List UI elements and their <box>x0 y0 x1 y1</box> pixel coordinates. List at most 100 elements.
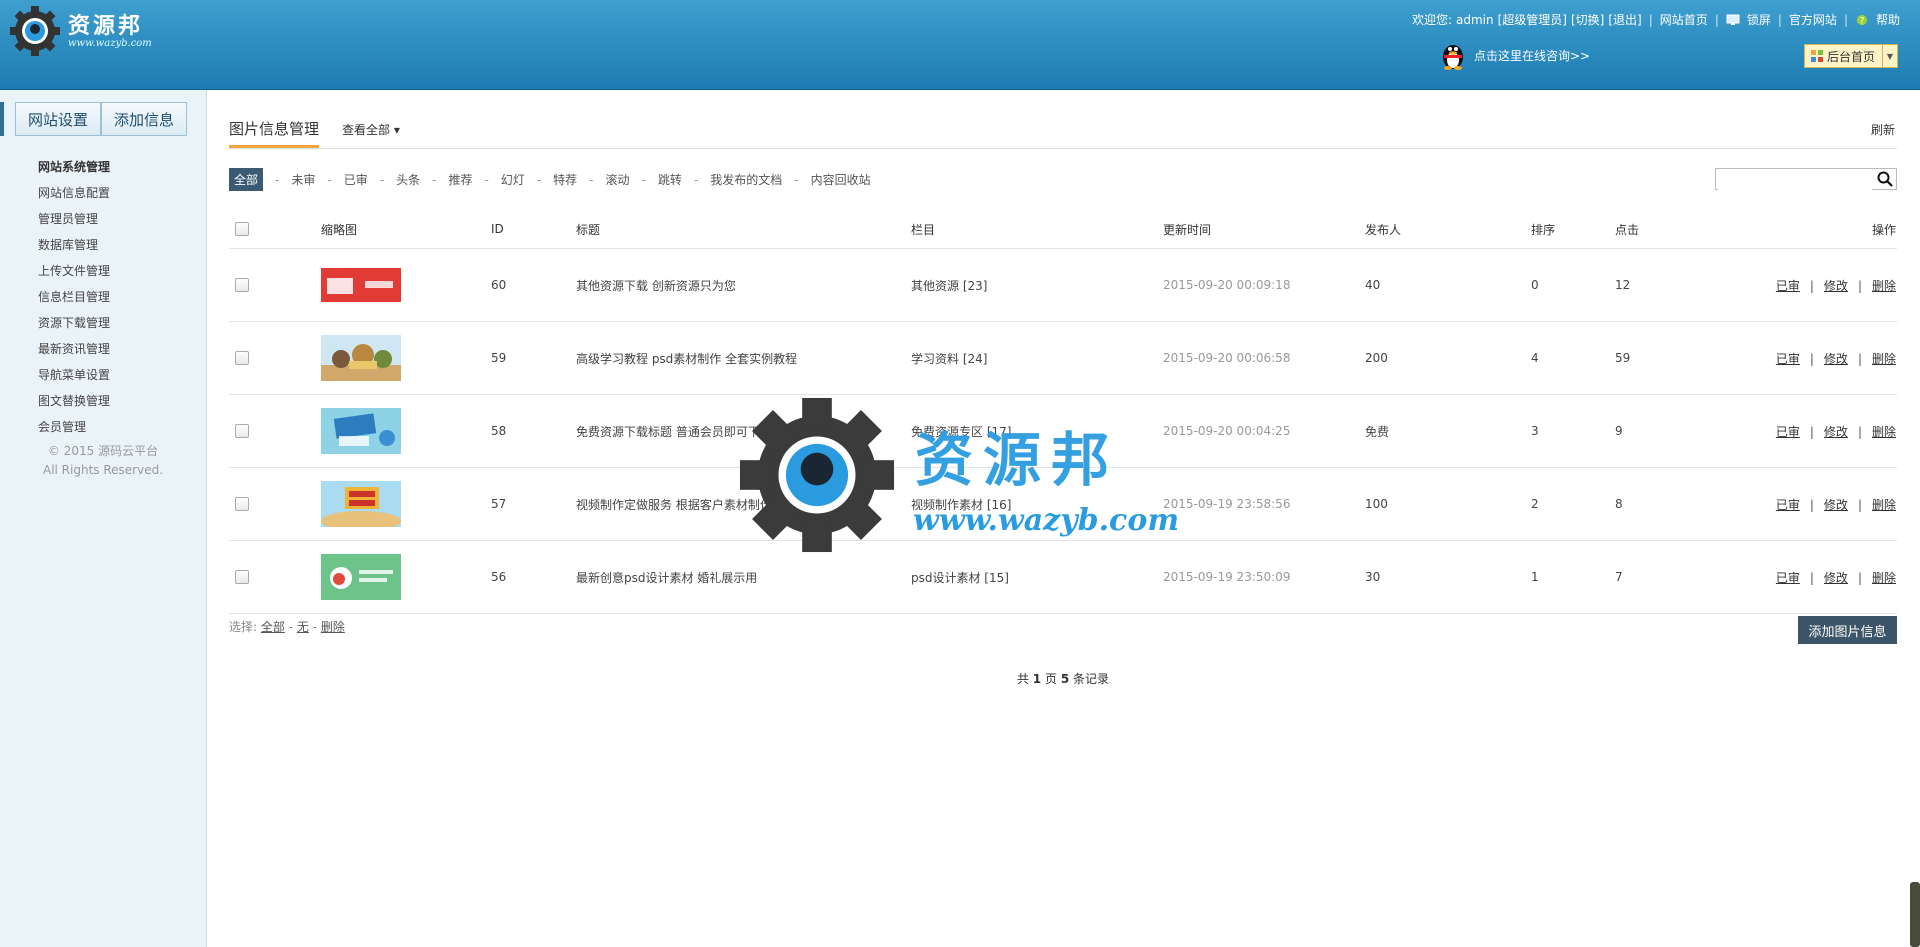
caret-down-icon[interactable]: ▼ <box>1882 45 1897 67</box>
review-link[interactable]: 已审 <box>1776 498 1800 512</box>
thumbnail-image[interactable] <box>321 408 401 454</box>
thumbnail-image[interactable] <box>321 554 401 600</box>
delete-link[interactable]: 删除 <box>1872 571 1896 585</box>
edit-link[interactable]: 修改 <box>1824 279 1848 293</box>
filter-headline[interactable]: 头条 <box>396 171 420 188</box>
divider: | <box>1843 12 1848 27</box>
sidebar-item-columns[interactable]: 信息栏目管理 <box>38 284 110 310</box>
add-image-info-button[interactable]: 添加图片信息 <box>1798 616 1897 644</box>
row-checkbox[interactable] <box>235 351 249 366</box>
row-checkbox[interactable] <box>235 497 249 512</box>
tab-site-settings[interactable]: 网站设置 <box>15 102 101 136</box>
search-icon[interactable] <box>1877 171 1893 187</box>
select-all-link[interactable]: 全部 <box>261 620 285 634</box>
logo[interactable]: 资源邦 www.wazyb.com <box>8 4 168 56</box>
switch-link[interactable]: [切换] <box>1571 11 1604 28</box>
delete-link[interactable]: 删除 <box>1872 425 1896 439</box>
table-row: 58 免费资源下载标题 普通会员即可下载 免费资源专区 [17] 2015-09… <box>229 394 1897 468</box>
row-checkbox[interactable] <box>235 278 249 293</box>
filter-special[interactable]: 特荐 <box>553 171 577 188</box>
cell-clicks: 8 <box>1614 467 1716 541</box>
logo-url: www.wazyb.com <box>68 38 152 49</box>
rights: All Rights Reserved. <box>42 463 164 477</box>
sidebar-menu: 网站系统管理 网站信息配置 管理员管理 数据库管理 上传文件管理 信息栏目管理 … <box>38 154 110 440</box>
cell-title: 最新创意psd设计素材 婚礼展示用 <box>575 540 910 614</box>
filter-my-docs[interactable]: 我发布的文档 <box>710 171 782 188</box>
sidebar: 网站设置 添加信息 网站系统管理 网站信息配置 管理员管理 数据库管理 上传文件… <box>0 90 207 947</box>
site-home-link[interactable]: 网站首页 <box>1660 11 1708 28</box>
thumbnail-image[interactable] <box>321 335 401 381</box>
view-all-label: 查看全部 <box>342 123 391 137</box>
sidebar-item-news[interactable]: 最新资讯管理 <box>38 336 110 362</box>
row-checkbox[interactable] <box>235 424 249 439</box>
select-none-link[interactable]: 无 <box>297 620 309 634</box>
sidebar-item-nav-menu[interactable]: 导航菜单设置 <box>38 362 110 388</box>
col-actions: 操作 <box>1716 210 1897 249</box>
sidebar-item-uploads[interactable]: 上传文件管理 <box>38 258 110 284</box>
online-consult[interactable]: 点击这里在线咨询>> <box>1440 40 1590 70</box>
col-category: 栏目 <box>910 210 1162 249</box>
consult-text: 点击这里在线咨询>> <box>1474 48 1591 63</box>
official-site-link[interactable]: 官方网站 <box>1789 11 1837 28</box>
sidebar-item-database[interactable]: 数据库管理 <box>38 232 110 258</box>
page-header: 图片信息管理 查看全部 ▾ 刷新 <box>229 118 1897 149</box>
filter-unreviewed[interactable]: 未审 <box>291 171 315 188</box>
table-row: 60 其他资源下载 创新资源只为您 其他资源 [23] 2015-09-20 0… <box>229 248 1897 322</box>
col-clicks: 点击 <box>1614 210 1716 249</box>
sidebar-item-members[interactable]: 会员管理 <box>38 414 110 440</box>
filter-recycle-bin[interactable]: 内容回收站 <box>811 171 871 188</box>
lock-screen-link[interactable]: 锁屏 <box>1747 11 1771 28</box>
bulk-select: 选择: 全部 - 无 - 删除 <box>229 620 345 634</box>
sidebar-item-site-config[interactable]: 网站信息配置 <box>38 180 110 206</box>
delete-link[interactable]: 删除 <box>1872 352 1896 366</box>
table-header: 缩略图 ID 标题 栏目 更新时间 发布人 排序 点击 操作 <box>229 210 1897 249</box>
caret-down-icon: ▾ <box>393 123 400 137</box>
edit-link[interactable]: 修改 <box>1824 498 1848 512</box>
view-all-dropdown[interactable]: 查看全部 ▾ <box>342 121 400 138</box>
thumbnail-image[interactable] <box>321 268 401 302</box>
cell-title: 其他资源下载 创新资源只为您 <box>575 248 910 322</box>
cell-time: 2015-09-19 23:50:09 <box>1162 540 1364 614</box>
logout-link[interactable]: [退出] <box>1608 11 1641 28</box>
image-table: 缩略图 ID 标题 栏目 更新时间 发布人 排序 点击 操作 60 其他资源下载… <box>229 210 1897 614</box>
help-link[interactable]: 帮助 <box>1876 11 1900 28</box>
sidebar-item-system[interactable]: 网站系统管理 <box>38 154 110 180</box>
review-link[interactable]: 已审 <box>1776 571 1800 585</box>
cell-id: 59 <box>490 321 575 395</box>
review-link[interactable]: 已审 <box>1776 425 1800 439</box>
username: admin <box>1456 12 1494 27</box>
delete-link[interactable]: 删除 <box>1872 498 1896 512</box>
filter-slide[interactable]: 幻灯 <box>501 171 525 188</box>
review-link[interactable]: 已审 <box>1776 279 1800 293</box>
filter-redirect[interactable]: 跳转 <box>658 171 682 188</box>
col-order: 排序 <box>1530 210 1614 249</box>
role-link[interactable]: [超级管理员] <box>1498 11 1567 28</box>
pagination-info: 共 1 页 5 条记录 <box>1016 672 1110 686</box>
sidebar-item-downloads[interactable]: 资源下载管理 <box>38 310 110 336</box>
svg-text:?: ? <box>1860 16 1865 26</box>
cell-category: 其他资源 [23] <box>910 248 1162 322</box>
bulk-delete-link[interactable]: 删除 <box>321 620 345 634</box>
row-checkbox[interactable] <box>235 570 249 585</box>
filter-scroll[interactable]: 滚动 <box>606 171 630 188</box>
search-box <box>1715 168 1897 190</box>
edit-link[interactable]: 修改 <box>1824 352 1848 366</box>
select-all-checkbox[interactable] <box>235 222 249 237</box>
thumbnail-image[interactable] <box>321 481 401 527</box>
admin-home-button[interactable]: 后台首页 ▼ <box>1804 44 1898 68</box>
sidebar-item-admins[interactable]: 管理员管理 <box>38 206 110 232</box>
filter-all[interactable]: 全部 <box>229 168 264 191</box>
edit-link[interactable]: 修改 <box>1824 425 1848 439</box>
search-input[interactable] <box>1718 170 1872 190</box>
tab-add-info[interactable]: 添加信息 <box>101 102 187 136</box>
edit-link[interactable]: 修改 <box>1824 571 1848 585</box>
filter-reviewed[interactable]: 已审 <box>344 171 368 188</box>
filter-recommend[interactable]: 推荐 <box>448 171 472 188</box>
refresh-link[interactable]: 刷新 <box>1871 121 1895 138</box>
cell-author: 40 <box>1364 248 1530 322</box>
cell-category: psd设计素材 [15] <box>910 540 1162 614</box>
sidebar-item-image-replace[interactable]: 图文替换管理 <box>38 388 110 414</box>
delete-link[interactable]: 删除 <box>1872 279 1896 293</box>
scrollbar-thumb[interactable] <box>1910 882 1920 947</box>
review-link[interactable]: 已审 <box>1776 352 1800 366</box>
